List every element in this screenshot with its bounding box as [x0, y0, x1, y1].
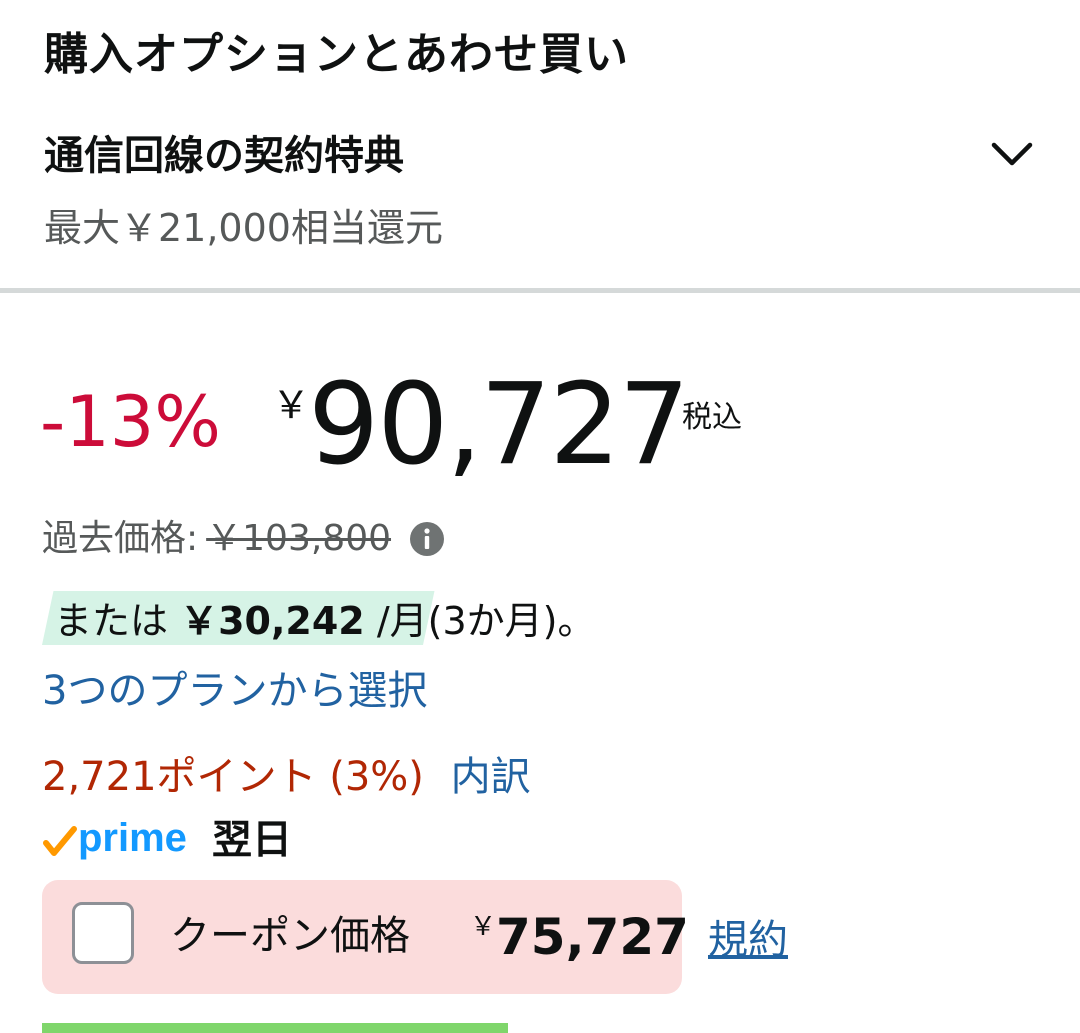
discount-percent: -13%	[40, 381, 221, 463]
delivery-label: 翌日	[212, 817, 292, 863]
price-currency: ￥	[272, 383, 311, 427]
coupon-label: クーポン価格	[170, 913, 410, 959]
coupon-currency: ￥	[470, 912, 497, 942]
points-row: 2,721ポイント (3%) 内訳	[42, 746, 531, 808]
past-price-label: 過去価格:	[42, 518, 199, 559]
coupon-terms-link[interactable]: 規約	[708, 910, 788, 970]
price-amount: 90,727	[308, 360, 690, 490]
installment-prefix: または	[54, 599, 169, 643]
past-price: 過去価格: ￥103,800	[42, 512, 445, 566]
info-icon[interactable]	[409, 521, 445, 557]
points-label: 2,721ポイント (3%)	[42, 754, 424, 800]
prime-delivery: prime 翌日	[42, 812, 292, 868]
plan-select-link[interactable]: 3つのプランから選択	[42, 660, 427, 722]
offer-expander[interactable]: 通信回線の契約特典 最大￥21,000相当還元	[0, 118, 1080, 268]
coupon-checkbox[interactable]	[72, 902, 134, 964]
chevron-down-icon[interactable]	[990, 132, 1034, 176]
installment-text: または ￥30,242 /月(3か月)。	[54, 590, 595, 652]
offer-subtitle: 最大￥21,000相当還元	[44, 206, 443, 250]
past-price-value: ￥103,800	[206, 518, 392, 559]
offer-title: 通信回線の契約特典	[44, 133, 404, 179]
tax-label: 税込	[682, 400, 742, 435]
section-title: 購入オプションとあわせ買い	[44, 29, 629, 80]
points-breakdown-link[interactable]: 内訳	[451, 754, 531, 800]
coupon-price: 75,727	[496, 908, 689, 966]
coupon-box: クーポン価格 ￥ 75,727	[42, 880, 689, 994]
installment-suffix: /月(3か月)。	[376, 599, 596, 643]
prime-logo-text: prime	[78, 816, 187, 860]
installment-amount: ￥30,242	[180, 599, 365, 643]
bottom-green-bar	[42, 1023, 508, 1033]
section-divider	[0, 288, 1080, 293]
prime-logo: prime	[43, 816, 187, 860]
